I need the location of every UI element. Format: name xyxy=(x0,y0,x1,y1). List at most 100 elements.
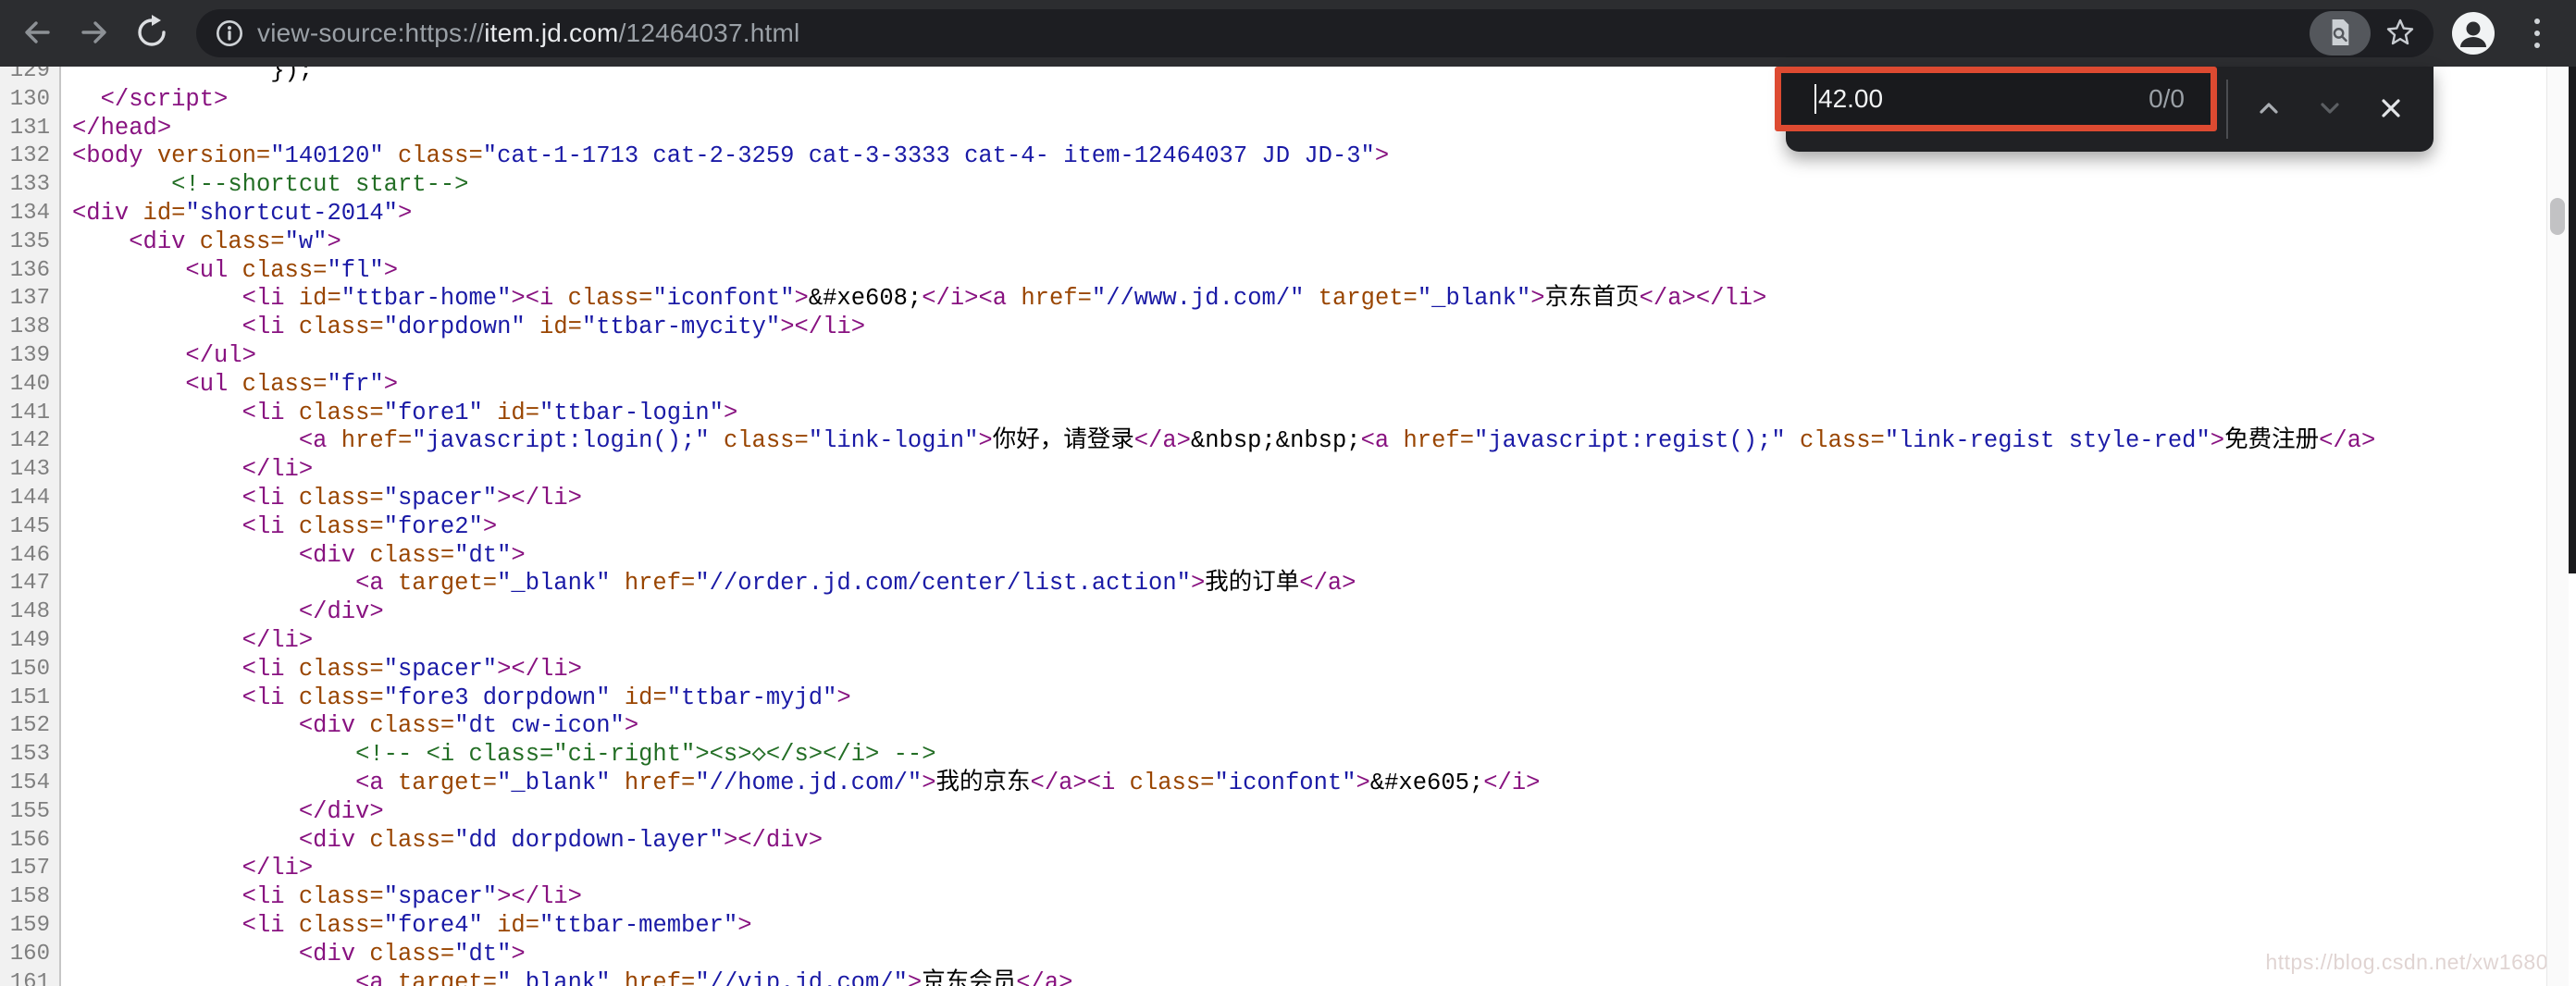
source-line: 161 <a target="_blank" href="//vip.jd.co… xyxy=(0,969,2547,986)
reload-icon xyxy=(135,16,168,52)
line-number: 131 xyxy=(0,115,50,143)
vertical-scrollbar[interactable] xyxy=(2546,67,2569,986)
line-number: 142 xyxy=(0,427,50,456)
line-number: 134 xyxy=(0,200,50,228)
find-close-button[interactable] xyxy=(2367,85,2415,133)
scrollbar-thumb[interactable] xyxy=(2550,198,2565,235)
line-number: 161 xyxy=(0,969,50,986)
text-cursor xyxy=(1814,84,1816,114)
source-line: 151 <li class="fore3 dorpdown" id="ttbar… xyxy=(0,684,2547,713)
find-input-red-annotation: 42.00 0/0 xyxy=(1775,67,2217,131)
line-number: 148 xyxy=(0,598,50,627)
source-code-text: <div class="dt cw-icon"> xyxy=(72,712,638,741)
source-code-text: <div class="dd dorpdown-layer"></div> xyxy=(72,827,823,856)
line-number: 145 xyxy=(0,513,50,542)
source-code-text: <body version="140120" class="cat-1-1713… xyxy=(72,142,1389,171)
forward-arrow-icon xyxy=(78,16,111,52)
source-line: 152 <div class="dt cw-icon"> xyxy=(0,712,2547,741)
find-next-button[interactable] xyxy=(2306,85,2354,133)
source-line: 155 </div> xyxy=(0,798,2547,827)
line-number: 156 xyxy=(0,827,50,856)
source-code-text: <a target="_blank" href="//order.jd.com/… xyxy=(72,570,1356,598)
line-number: 136 xyxy=(0,257,50,286)
source-line: 158 <li class="spacer"></li> xyxy=(0,883,2547,912)
chevron-down-icon xyxy=(2316,94,2344,125)
close-icon xyxy=(2377,94,2405,125)
source-code-text: <li class="spacer"></li> xyxy=(72,656,582,684)
line-number: 146 xyxy=(0,542,50,571)
source-line: 134 <div id="shortcut-2014"> xyxy=(0,200,2547,228)
source-code-text: <div class="w"> xyxy=(72,228,341,257)
line-number: 150 xyxy=(0,656,50,684)
url-host: item.jd.com xyxy=(484,18,618,47)
source-code-text: <li class="spacer"></li> xyxy=(72,883,582,912)
line-number: 152 xyxy=(0,712,50,741)
source-line: 135 <div class="w"> xyxy=(0,228,2547,257)
source-line: 141 <li class="fore1" id="ttbar-login"> xyxy=(0,400,2547,428)
person-icon xyxy=(2452,43,2495,57)
find-in-page-icon xyxy=(2327,18,2353,50)
source-code-text: </div> xyxy=(72,598,384,627)
site-info-icon[interactable] xyxy=(215,18,244,48)
line-number: 158 xyxy=(0,883,50,912)
source-code-text: </li> xyxy=(72,456,313,485)
source-line: 144 <li class="spacer"></li> xyxy=(0,485,2547,513)
line-number: 132 xyxy=(0,142,50,171)
source-line: 157 </li> xyxy=(0,855,2547,883)
line-number: 159 xyxy=(0,912,50,941)
source-code-text: <li class="spacer"></li> xyxy=(72,485,582,513)
find-match-count: 0/0 xyxy=(2149,84,2185,114)
source-line: 159 <li class="fore4" id="ttbar-member"> xyxy=(0,912,2547,941)
source-line: 147 <a target="_blank" href="//order.jd.… xyxy=(0,570,2547,598)
menu-button[interactable] xyxy=(2528,15,2546,52)
source-line: 148 </div> xyxy=(0,598,2547,627)
browser-toolbar: view-source:https://item.jd.com/12464037… xyxy=(0,0,2576,67)
back-button[interactable] xyxy=(15,11,59,55)
source-code-text: <li class="fore1" id="ttbar-login"> xyxy=(72,400,737,428)
source-code-text: <li class="dorpdown" id="ttbar-mycity"><… xyxy=(72,314,865,342)
line-number: 144 xyxy=(0,485,50,513)
source-code-text: </li> xyxy=(72,855,313,883)
source-code-text: <div class="dt"> xyxy=(72,941,526,969)
source-line: 137 <li id="ttbar-home"><i class="iconfo… xyxy=(0,285,2547,314)
source-line: 136 <ul class="fl"> xyxy=(0,257,2547,286)
source-line: 154 <a target="_blank" href="//home.jd.c… xyxy=(0,770,2547,798)
source-line: 143 </li> xyxy=(0,456,2547,485)
line-number: 139 xyxy=(0,342,50,371)
source-code-text: <li id="ttbar-home"><i class="iconfont">… xyxy=(72,285,1766,314)
line-number: 153 xyxy=(0,741,50,770)
source-code-text: <!--shortcut start--> xyxy=(72,171,468,200)
find-previous-button[interactable] xyxy=(2245,85,2293,133)
source-code-text: <a target="_blank" href="//home.jd.com/"… xyxy=(72,770,1540,798)
star-icon xyxy=(2384,16,2417,52)
window-edge xyxy=(2569,0,2576,573)
view-source-content: 129 });130 </script>131</head>132<body v… xyxy=(0,57,2547,986)
url-text: view-source:https://item.jd.com/12464037… xyxy=(257,18,799,48)
line-number: 147 xyxy=(0,570,50,598)
source-code-text: <li class="fore2"> xyxy=(72,513,497,542)
find-query-input[interactable]: 42.00 xyxy=(1818,84,2149,114)
source-code-text: <div id="shortcut-2014"> xyxy=(72,200,412,228)
browser-window: 129 });130 </script>131</head>132<body v… xyxy=(0,0,2576,986)
csdn-watermark: https://blog.csdn.net/xw1680 xyxy=(2265,950,2548,975)
source-code-text: <a target="_blank" href="//vip.jd.com/">… xyxy=(72,969,1072,986)
bookmark-button[interactable] xyxy=(2384,16,2417,52)
source-line: 140 <ul class="fr"> xyxy=(0,371,2547,400)
find-bar-divider xyxy=(2226,80,2228,139)
line-number: 157 xyxy=(0,855,50,883)
line-number: 143 xyxy=(0,456,50,485)
line-number: 137 xyxy=(0,285,50,314)
find-in-page-chip[interactable] xyxy=(2310,11,2371,55)
profile-avatar-button[interactable] xyxy=(2452,12,2495,55)
url-path: /12464037.html xyxy=(619,18,800,47)
forward-button[interactable] xyxy=(72,11,117,55)
source-code-text: <li class="fore4" id="ttbar-member"> xyxy=(72,912,752,941)
address-bar[interactable]: view-source:https://item.jd.com/12464037… xyxy=(196,9,2434,57)
line-number: 138 xyxy=(0,314,50,342)
reload-button[interactable] xyxy=(130,11,174,55)
url-scheme: view-source:https:// xyxy=(257,18,484,47)
line-number: 140 xyxy=(0,371,50,400)
source-code-text: </div> xyxy=(72,798,384,827)
source-line: 138 <li class="dorpdown" id="ttbar-mycit… xyxy=(0,314,2547,342)
line-number: 135 xyxy=(0,228,50,257)
